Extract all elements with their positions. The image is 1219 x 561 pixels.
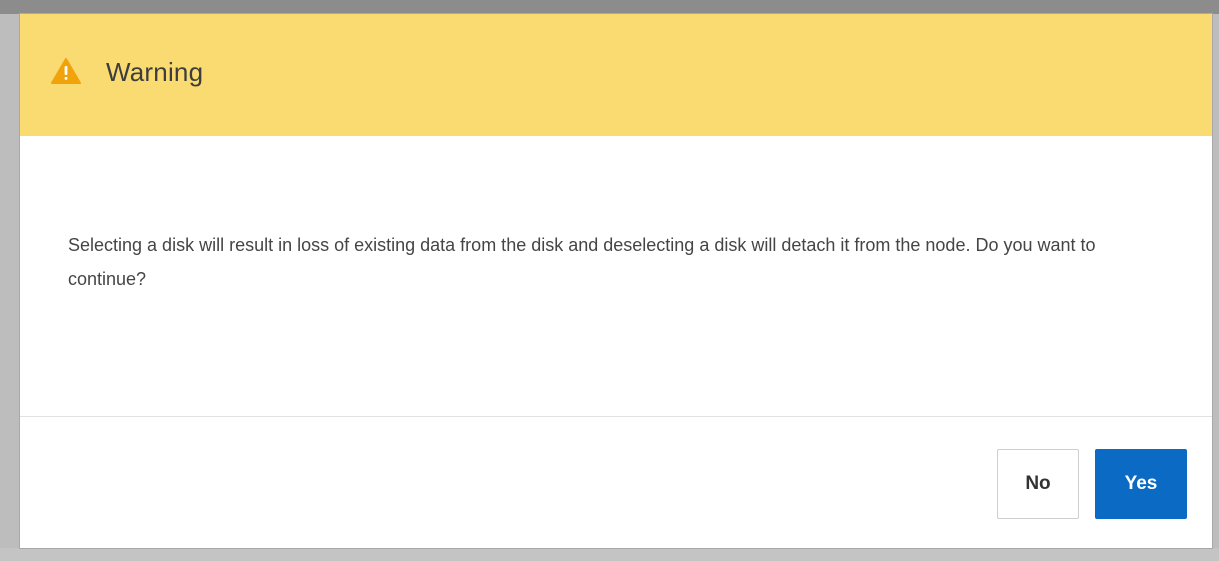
no-button[interactable]: No [997, 449, 1079, 519]
warning-dialog: Warning Selecting a disk will result in … [20, 14, 1212, 548]
dialog-header: Warning [20, 14, 1212, 136]
dialog-message: Selecting a disk will result in loss of … [68, 235, 1096, 289]
yes-button[interactable]: Yes [1095, 449, 1187, 519]
backdrop [0, 0, 1219, 14]
backdrop [1212, 14, 1219, 561]
dialog-title: Warning [106, 57, 204, 87]
backdrop [0, 548, 1219, 561]
warning-triangle-icon [51, 58, 81, 84]
footer-divider [20, 416, 1212, 417]
backdrop [0, 14, 20, 561]
